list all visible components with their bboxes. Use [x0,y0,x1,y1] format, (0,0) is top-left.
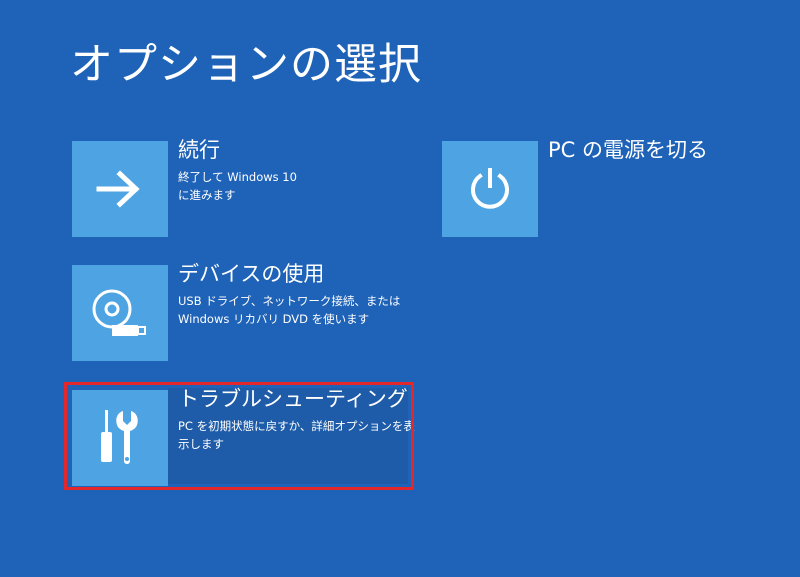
option-description: USB ドライブ、ネットワーク接続、または Windows リカバリ DVD を… [178,293,418,329]
description-line: に進みます [178,188,236,203]
turn-off-pc-tile[interactable] [442,141,538,237]
power-icon [471,168,509,209]
description-line: 示します [178,437,224,452]
continue-option[interactable]: 続行 終了して Windows 10 に進みます [72,138,412,239]
option-description: 終了して Windows 10 に進みます [178,169,418,205]
arrow-right-icon [96,170,140,208]
turn-off-pc-option[interactable]: PC の電源を切る [442,138,742,239]
description-line: 終了して Windows 10 [178,170,297,185]
option-title: トラブルシューティング [178,387,408,411]
use-device-text: デバイスの使用 USB ドライブ、ネットワーク接続、または Windows リカ… [178,261,418,329]
tools-icon [101,410,138,464]
description-line: USB ドライブ、ネットワーク接続、または [178,294,401,309]
troubleshoot-text: トラブルシューティング PC を初期状態に戻すか、詳細オプションを表 示します [178,386,418,454]
use-device-option[interactable]: デバイスの使用 USB ドライブ、ネットワーク接続、または Windows リカ… [72,262,412,363]
troubleshoot-option[interactable]: トラブルシューティング PC を初期状態に戻すか、詳細オプションを表 示します [72,387,415,488]
option-description: PC を初期状態に戻すか、詳細オプションを表 示します [178,418,418,454]
description-line: PC を初期状態に戻すか、詳細オプションを表 [178,419,415,434]
option-title: 続行 [178,138,220,162]
use-device-tile[interactable] [72,265,168,361]
option-title: PC の電源を切る [548,138,709,162]
page-title: オプションの選択 [70,40,422,90]
continue-tile[interactable] [72,141,168,237]
description-line: Windows リカバリ DVD を使います [178,312,370,327]
disc-usb-icon [92,289,146,336]
turn-off-pc-text: PC の電源を切る [548,137,748,169]
continue-text: 続行 終了して Windows 10 に進みます [178,137,418,205]
troubleshoot-tile[interactable] [72,390,168,486]
option-title: デバイスの使用 [178,262,325,286]
